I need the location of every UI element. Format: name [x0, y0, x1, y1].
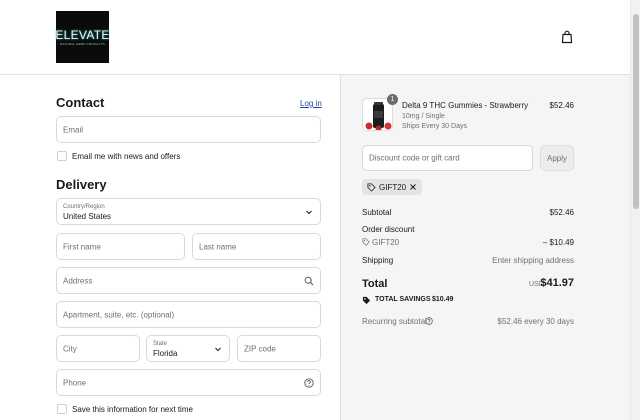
- order-summary: 1 Delta 9 THC Gummies - Strawberry 10mg …: [340, 75, 630, 420]
- remove-discount-icon[interactable]: [409, 183, 417, 191]
- order-discount-label: Order discount: [362, 225, 415, 234]
- savings-tag-icon: [362, 296, 371, 305]
- address-placeholder: Address: [63, 276, 93, 285]
- logo-text: ELEVATE: [55, 27, 110, 42]
- contact-heading: Contact: [56, 95, 105, 110]
- discount-value: – $10.49: [542, 238, 574, 247]
- search-icon: [304, 276, 314, 285]
- news-checkbox-label: Email me with news and offers: [72, 152, 181, 161]
- city-field[interactable]: City: [56, 335, 140, 362]
- savings-label: TOTAL SAVINGS: [375, 296, 431, 303]
- total-label: Total: [362, 278, 388, 290]
- zip-field[interactable]: ZIP code: [237, 335, 321, 362]
- shipping-value: Enter shipping address: [492, 256, 574, 265]
- address-field[interactable]: Address: [56, 267, 321, 294]
- zip-placeholder: ZIP code: [244, 344, 276, 353]
- recurring-label: Recurring subtotal: [362, 317, 427, 326]
- checkout-form: Contact Log in Email Email me with news …: [0, 75, 340, 420]
- chevron-down-icon: [306, 210, 312, 214]
- first-name-field[interactable]: First name: [56, 233, 185, 260]
- discount-code-line: GIFT20: [372, 238, 400, 247]
- country-select[interactable]: Country/Region United States: [56, 198, 321, 225]
- page-scrollbar[interactable]: [630, 0, 640, 420]
- quantity-badge: 1: [387, 94, 398, 105]
- savings-value: $10.49: [432, 296, 454, 303]
- applied-code: GIFT20: [379, 182, 407, 192]
- product-price: $52.46: [549, 101, 574, 110]
- chevron-down-icon: [215, 347, 221, 351]
- apartment-field[interactable]: Apartment, suite, etc. (optional): [56, 301, 321, 328]
- store-logo[interactable]: ELEVATE NATURAL HEMP PRODUCTS: [55, 11, 110, 63]
- last-name-field[interactable]: Last name: [192, 233, 321, 260]
- subtotal-value: $52.46: [549, 208, 574, 217]
- recurring-value: $52.46 every 30 days: [497, 317, 575, 326]
- save-info-label: Save this information for next time: [72, 405, 193, 414]
- tag-icon: [367, 182, 376, 192]
- state-label: State: [153, 341, 168, 347]
- discount-code-input[interactable]: Discount code or gift card: [362, 145, 533, 171]
- shipping-label: Shipping: [362, 256, 394, 265]
- discount-placeholder: Discount code or gift card: [369, 153, 460, 163]
- scrollbar-thumb[interactable]: [633, 14, 639, 209]
- info-icon[interactable]: [425, 317, 433, 325]
- product-shipping-note: Ships Every 30 Days: [402, 123, 467, 130]
- help-icon[interactable]: [304, 377, 314, 388]
- first-name-placeholder: First name: [63, 242, 101, 251]
- email-field[interactable]: Email: [56, 116, 321, 143]
- country-label: Country/Region: [63, 204, 105, 210]
- subtotal-label: Subtotal: [362, 208, 392, 217]
- tag-icon: [362, 238, 370, 246]
- applied-discount-tag: GIFT20: [362, 179, 423, 195]
- login-link[interactable]: Log in: [300, 99, 322, 108]
- total-value: $41.97: [540, 277, 574, 289]
- country-value: United States: [63, 212, 112, 221]
- phone-field[interactable]: Phone: [56, 369, 321, 396]
- header: ELEVATE NATURAL HEMP PRODUCTS: [0, 0, 630, 75]
- logo-subtext: NATURAL HEMP PRODUCTS: [60, 41, 105, 46]
- save-info-checkbox[interactable]: [57, 404, 67, 414]
- news-checkbox[interactable]: [57, 151, 67, 161]
- phone-placeholder: Phone: [63, 378, 87, 387]
- city-placeholder: City: [63, 344, 77, 353]
- delivery-heading: Delivery: [56, 177, 107, 192]
- apartment-placeholder: Apartment, suite, etc. (optional): [63, 310, 175, 319]
- state-select[interactable]: State Florida: [146, 335, 230, 362]
- shopping-bag-icon[interactable]: [560, 30, 574, 44]
- product-name: Delta 9 THC Gummies - Strawberry: [402, 101, 529, 110]
- email-placeholder: Email: [63, 125, 84, 134]
- product-variant: 10mg / Single: [402, 113, 445, 120]
- state-value: Florida: [153, 349, 178, 358]
- last-name-placeholder: Last name: [199, 242, 237, 251]
- apply-button[interactable]: Apply: [540, 145, 574, 171]
